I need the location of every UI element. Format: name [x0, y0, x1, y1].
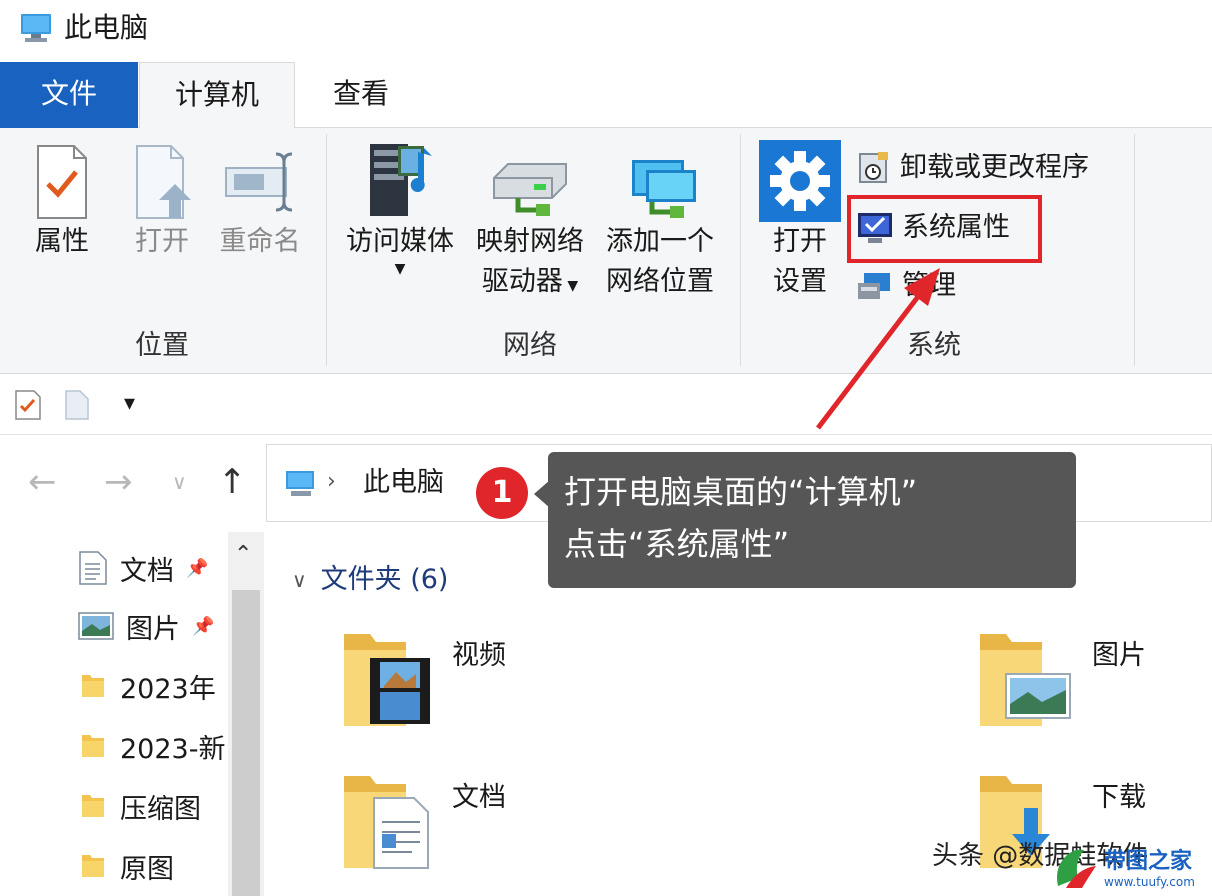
- instruction-callout: 打开电脑桌面的“计算机” 点击“系统属性”: [548, 452, 1076, 588]
- callout-line-1: 打开电脑桌面的“计算机”: [564, 473, 918, 511]
- svg-text:www.tuufy.com: www.tuufy.com: [1104, 875, 1195, 889]
- step-badge: 1: [476, 467, 528, 519]
- site-logo-icon: 带图之家 www.tuufy.com: [1057, 848, 1195, 889]
- svg-text:带图之家: 带图之家: [1104, 848, 1193, 874]
- callout-line-2: 点击“系统属性”: [564, 525, 790, 563]
- annotation-arrow: [816, 268, 940, 430]
